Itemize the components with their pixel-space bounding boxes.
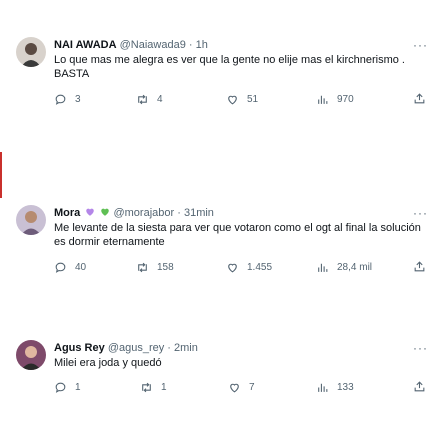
- tweet-time[interactable]: 31min: [184, 207, 214, 219]
- retweet-count: 4: [157, 93, 163, 105]
- author-name[interactable]: NAI AWADA: [54, 39, 117, 51]
- avatar[interactable]: [16, 205, 46, 235]
- separator-dot: ·: [177, 207, 181, 219]
- like-icon: [228, 263, 237, 272]
- like-count: 7: [249, 381, 255, 393]
- author-handle[interactable]: @morajabor: [113, 207, 174, 219]
- views-icon: [318, 263, 328, 272]
- reply-button[interactable]: 40: [54, 259, 86, 275]
- views-button[interactable]: 28,4 mil: [316, 259, 372, 275]
- views-count: 970: [337, 93, 354, 105]
- retweet-button[interactable]: 4: [136, 91, 163, 107]
- reply-button[interactable]: 3: [54, 91, 81, 107]
- like-icon: [228, 95, 237, 104]
- tweet-card[interactable]: Mora @morajabor · 31min ··· Me levante d…: [0, 198, 440, 288]
- tweet-text: Me levante de la siesta para ver que vot…: [54, 222, 421, 248]
- reply-icon: [55, 382, 66, 393]
- reply-button[interactable]: 1: [54, 379, 81, 395]
- share-button[interactable]: [413, 92, 426, 105]
- tweet-actions: 40 158 1.455 28,4 mil: [54, 259, 426, 275]
- views-button[interactable]: 970: [316, 91, 354, 107]
- tweet-actions: 1 1 7 133: [54, 379, 426, 395]
- separator-dot: ·: [167, 342, 171, 354]
- like-count: 1.455: [247, 261, 273, 273]
- separator-dot: ·: [188, 39, 193, 51]
- purple-heart-icon: [86, 208, 95, 216]
- author-handle[interactable]: @agus_rey: [108, 342, 164, 354]
- share-icon: [414, 381, 425, 392]
- author-handle[interactable]: @Naiawada9: [120, 39, 186, 51]
- more-options-icon[interactable]: ···: [413, 206, 428, 220]
- retweet-count: 1: [161, 381, 167, 393]
- reply-count: 40: [75, 261, 87, 273]
- share-button[interactable]: [413, 380, 426, 393]
- reply-count: 1: [75, 381, 81, 393]
- author-name[interactable]: Mora: [54, 207, 80, 219]
- retweet-icon: [138, 94, 147, 104]
- views-icon: [318, 383, 328, 392]
- retweet-button[interactable]: 158: [136, 259, 174, 275]
- tweet-card[interactable]: NAI AWADA @Naiawada9 · 1h ··· Lo que mas…: [0, 0, 440, 118]
- more-options-icon[interactable]: ···: [413, 38, 428, 52]
- tweet-header: Mora @morajabor · 31min: [54, 206, 214, 220]
- retweet-count: 158: [157, 261, 174, 273]
- tweet-time[interactable]: 1h: [196, 39, 208, 51]
- reply-icon: [55, 94, 66, 105]
- share-icon: [414, 93, 425, 104]
- like-icon: [230, 383, 239, 392]
- retweet-icon: [138, 262, 147, 272]
- share-button[interactable]: [413, 260, 426, 273]
- avatar[interactable]: [16, 37, 46, 67]
- tweet-card[interactable]: Agus Rey @agus_rey · 2min ··· Milei era …: [0, 334, 440, 420]
- views-count: 28,4 mil: [337, 261, 373, 273]
- more-options-icon[interactable]: ···: [413, 341, 428, 355]
- tweet-text: Milei era joda y quedó: [54, 357, 162, 369]
- views-button[interactable]: 133: [316, 379, 354, 395]
- views-icon: [318, 95, 328, 104]
- author-name[interactable]: Agus Rey: [54, 342, 105, 354]
- tweet-header: Agus Rey @agus_rey · 2min: [54, 341, 198, 355]
- avatar[interactable]: [16, 340, 46, 370]
- reply-icon: [55, 262, 66, 273]
- green-heart-icon: [101, 208, 110, 216]
- share-icon: [414, 261, 425, 272]
- views-count: 133: [337, 381, 354, 393]
- like-button[interactable]: 1.455: [226, 259, 272, 275]
- like-button[interactable]: 51: [226, 91, 258, 107]
- like-button[interactable]: 7: [228, 379, 255, 395]
- tweet-text: Lo que mas me alegra es ver que la gente…: [54, 54, 405, 80]
- like-count: 51: [247, 93, 259, 105]
- tweet-time[interactable]: 2min: [174, 342, 198, 354]
- tweet-header: NAI AWADA @Naiawada9 · 1h: [54, 38, 208, 52]
- tweet-actions: 3 4 51 970: [54, 91, 426, 107]
- retweet-icon: [142, 382, 151, 392]
- retweet-button[interactable]: 1: [140, 379, 167, 395]
- reply-count: 3: [75, 93, 81, 105]
